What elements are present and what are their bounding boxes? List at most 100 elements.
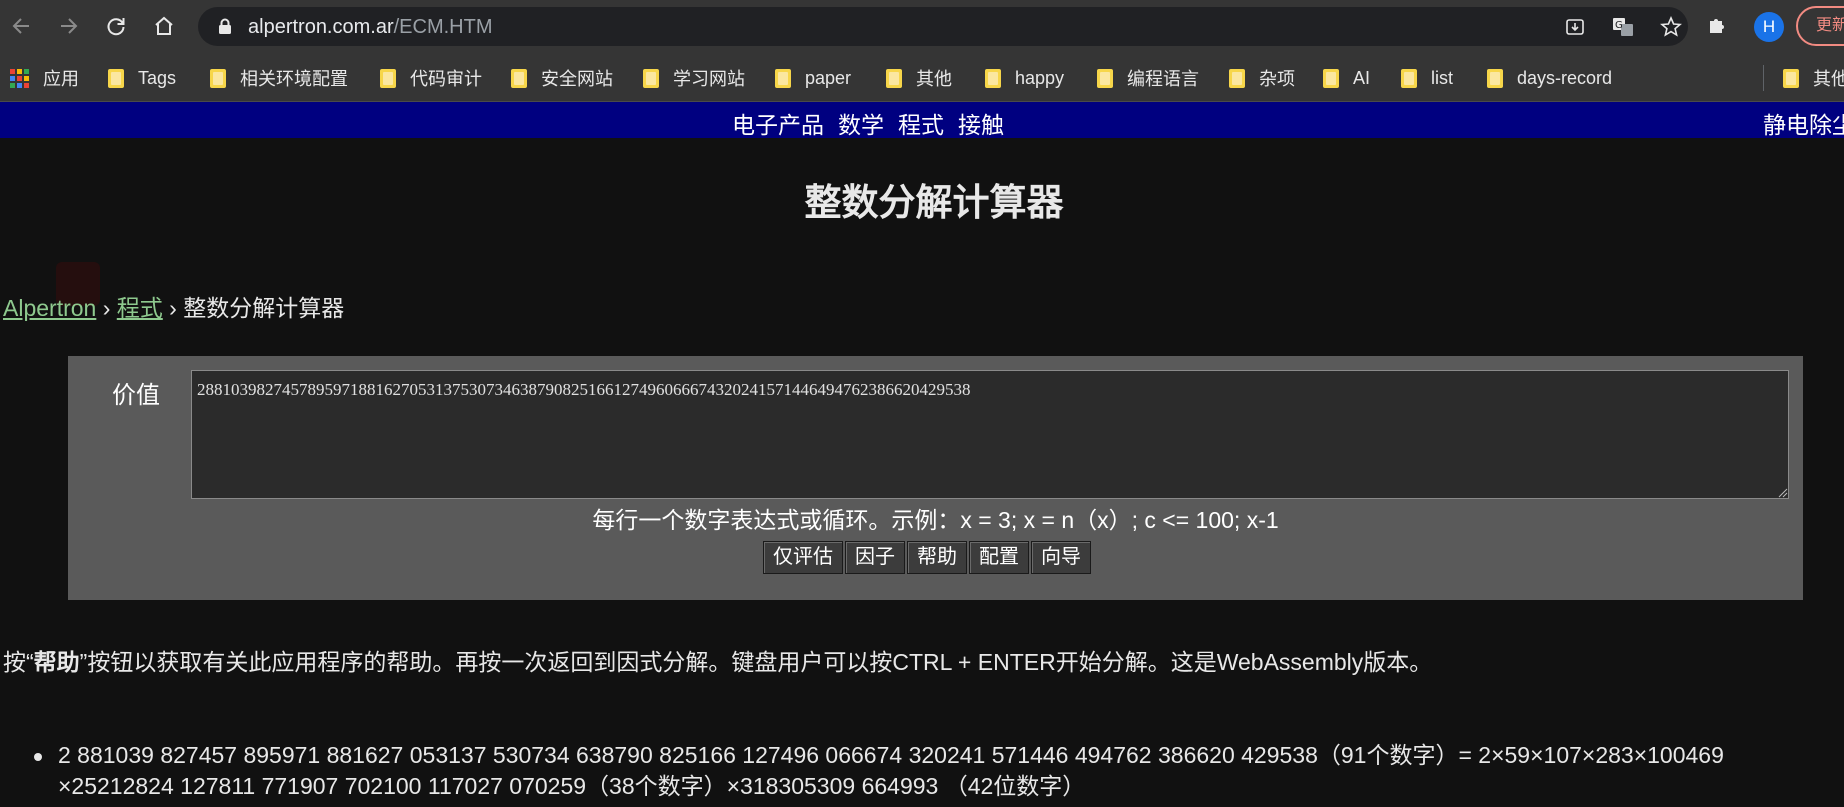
bookmark-folder-env[interactable]: 相关环境配置 bbox=[210, 64, 348, 92]
breadcrumb: Alpertron › 程式 › 整数分解计算器 bbox=[3, 289, 344, 323]
value-label: 价值 bbox=[112, 382, 160, 409]
nav-link-electronics[interactable]: 电子产品 bbox=[732, 106, 824, 140]
help-text: 按“帮助”按钮以获取有关此应用程序的帮助。再按一次返回到因式分解。键盘用户可以按… bbox=[3, 643, 1432, 677]
bookmark-label: 杂项 bbox=[1259, 69, 1295, 89]
folder-icon bbox=[1783, 68, 1799, 88]
folder-icon bbox=[886, 68, 902, 88]
bookmark-apps[interactable]: 应用 bbox=[10, 64, 79, 92]
evaluate-only-button[interactable]: 仅评估 bbox=[763, 541, 843, 574]
bookmark-folder-happy[interactable]: happy bbox=[985, 64, 1064, 92]
breadcrumb-separator: › bbox=[162, 295, 184, 321]
bookmarks-separator bbox=[1763, 65, 1764, 91]
bookmark-folder-learning[interactable]: 学习网站 bbox=[643, 64, 745, 92]
translate-icon[interactable]: G bbox=[1610, 14, 1636, 40]
folder-icon bbox=[1401, 68, 1417, 88]
bookmark-label: 其他 bbox=[916, 69, 952, 89]
bookmark-label: 代码审计 bbox=[410, 69, 482, 89]
help-text-bold: 帮助 bbox=[33, 649, 80, 675]
bookmark-folder-other[interactable]: 其他 bbox=[886, 64, 952, 92]
bookmark-folder-paper[interactable]: paper bbox=[775, 64, 851, 92]
action-buttons: 仅评估 因子 帮助 配置 向导 bbox=[763, 541, 1091, 574]
update-button[interactable]: 更新 bbox=[1796, 6, 1844, 46]
folder-icon bbox=[985, 68, 1001, 88]
apps-grid-icon bbox=[10, 68, 29, 88]
bookmark-folder-languages[interactable]: 编程语言 bbox=[1097, 64, 1199, 92]
bookmarks-bar: 应用 Tags 相关环境配置 代码审计 安全网站 学习网站 paper 其他 h… bbox=[0, 53, 1844, 102]
bookmark-folder-tags[interactable]: Tags bbox=[108, 64, 176, 92]
list-bullet bbox=[34, 753, 42, 761]
bookmark-label: days-record bbox=[1517, 67, 1613, 88]
factor-button[interactable]: 因子 bbox=[845, 541, 905, 574]
folder-icon bbox=[775, 68, 791, 88]
lock-icon bbox=[219, 18, 231, 34]
help-text-suffix: ”按钮以获取有关此应用程序的帮助。再按一次返回到因式分解。键盘用户可以按CTRL… bbox=[79, 649, 1433, 675]
help-text-prefix: 按“ bbox=[3, 649, 34, 675]
bookmark-label: AI bbox=[1353, 67, 1371, 88]
folder-icon bbox=[1487, 68, 1503, 88]
site-nav-bar: 电子产品 数学 程式 接触 静电除尘 bbox=[0, 102, 1844, 138]
folder-icon bbox=[380, 68, 396, 88]
breadcrumb-separator: › bbox=[96, 295, 117, 321]
folder-icon bbox=[643, 68, 659, 88]
bookmark-label: happy bbox=[1015, 67, 1065, 88]
page-title: 整数分解计算器 bbox=[804, 182, 1064, 223]
svg-text:G: G bbox=[1615, 20, 1623, 31]
back-button[interactable] bbox=[4, 9, 38, 43]
bookmark-folder-audit[interactable]: 代码审计 bbox=[380, 64, 482, 92]
bookmark-label: 应用 bbox=[43, 69, 79, 89]
bookmark-label: list bbox=[1431, 67, 1453, 88]
reload-button[interactable] bbox=[99, 9, 133, 43]
folder-icon bbox=[1229, 68, 1245, 88]
bookmark-folder-security[interactable]: 安全网站 bbox=[511, 64, 613, 92]
folder-icon bbox=[210, 68, 226, 88]
bookmark-label: 学习网站 bbox=[673, 69, 745, 89]
bookmark-label: 安全网站 bbox=[541, 69, 613, 89]
bookmark-label: 其他 bbox=[1813, 69, 1844, 89]
bookmark-label: 编程语言 bbox=[1127, 69, 1199, 89]
url-host: alpertron.com.ar bbox=[248, 16, 394, 38]
bookmark-star-icon[interactable] bbox=[1658, 14, 1684, 40]
help-button[interactable]: 帮助 bbox=[907, 541, 967, 574]
bookmark-folder-misc[interactable]: 杂项 bbox=[1229, 64, 1295, 92]
home-icon bbox=[155, 16, 173, 35]
url-text[interactable]: alpertron.com.ar/ECM.HTM bbox=[248, 15, 493, 39]
address-bar[interactable]: alpertron.com.ar/ECM.HTM G bbox=[198, 7, 1688, 46]
bookmark-folder-days-record[interactable]: days-record bbox=[1487, 64, 1612, 92]
folder-icon bbox=[1097, 68, 1113, 88]
nav-link-electrostatic[interactable]: 静电除尘 bbox=[1763, 106, 1844, 140]
wizard-button[interactable]: 向导 bbox=[1031, 541, 1091, 574]
nav-link-contact[interactable]: 接触 bbox=[958, 106, 1004, 140]
breadcrumb-current: 整数分解计算器 bbox=[183, 295, 345, 321]
bookmark-label: Tags bbox=[138, 67, 177, 88]
nav-link-math[interactable]: 数学 bbox=[838, 106, 884, 140]
input-hint: 每行一个数字表达式或循环。示例：x = 3; x = n（x）; c <= 10… bbox=[592, 507, 1279, 533]
folder-icon bbox=[108, 68, 124, 88]
reload-icon bbox=[107, 18, 125, 36]
config-button[interactable]: 配置 bbox=[969, 541, 1029, 574]
url-path: /ECM.HTM bbox=[393, 16, 493, 38]
bookmark-label: 相关环境配置 bbox=[240, 69, 348, 89]
nav-link-programs[interactable]: 程式 bbox=[898, 106, 944, 140]
bookmark-folder-other-bookmarks[interactable]: 其他 bbox=[1783, 64, 1844, 92]
forward-arrow-icon bbox=[61, 18, 78, 34]
folder-icon bbox=[1323, 68, 1339, 88]
extensions-puzzle-icon[interactable] bbox=[1706, 13, 1730, 42]
bookmark-label: paper bbox=[805, 67, 852, 88]
browser-toolbar: alpertron.com.ar/ECM.HTM G H 更新 bbox=[0, 0, 1844, 53]
result-line-2: ×25212824 127811 771907 702100 117027 07… bbox=[58, 773, 1086, 799]
value-input[interactable]: 2881039827457895971881627053137530734638… bbox=[191, 370, 1789, 499]
folder-icon bbox=[511, 68, 527, 88]
calculator-panel: 价值 2881039827457895971881627053137530734… bbox=[68, 356, 1803, 600]
resize-grip-icon[interactable] bbox=[1777, 487, 1788, 498]
forward-button[interactable] bbox=[52, 9, 86, 43]
breadcrumb-home-link[interactable]: Alpertron bbox=[3, 295, 96, 321]
profile-avatar[interactable]: H bbox=[1754, 12, 1784, 42]
bookmark-folder-list[interactable]: list bbox=[1401, 64, 1453, 92]
home-button[interactable] bbox=[147, 9, 181, 43]
breadcrumb-programs-link[interactable]: 程式 bbox=[117, 295, 163, 321]
install-app-icon[interactable] bbox=[1562, 14, 1588, 40]
result-line-1: 2 881039 827457 895971 881627 053137 530… bbox=[58, 742, 1724, 768]
bookmark-folder-ai[interactable]: AI bbox=[1323, 64, 1370, 92]
back-arrow-icon bbox=[12, 18, 29, 34]
site-nav-links: 电子产品 数学 程式 接触 bbox=[732, 106, 1004, 140]
